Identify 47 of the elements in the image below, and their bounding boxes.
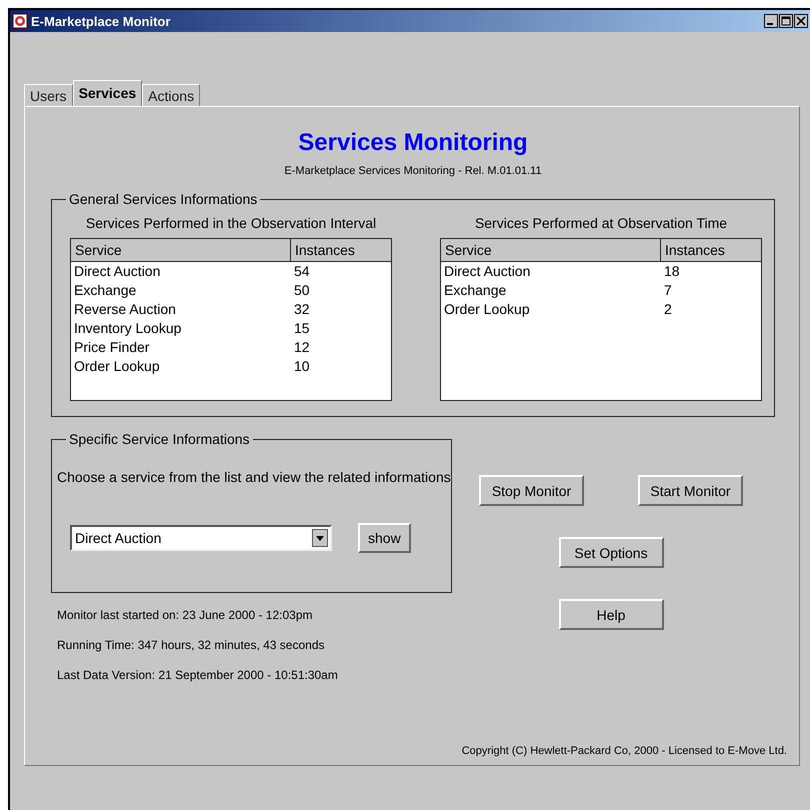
table-cell-text: Reverse Auction <box>73 300 177 319</box>
status-text: Monitor last started on: 23 June 2000 - 12:03pm <box>57 607 314 624</box>
table-cell-text: Direct Auction <box>443 262 532 281</box>
table-cell-text: 50 <box>293 281 311 300</box>
table-cell-text: 54 <box>293 262 311 281</box>
table-cell-text: 7 <box>663 281 673 300</box>
table-cell-text: 18 <box>663 262 681 281</box>
tab[interactable]: Users <box>24 84 73 106</box>
service-dropdown[interactable]: Direct Auction <box>70 525 332 551</box>
column-header[interactable]: Instances <box>661 239 761 261</box>
status-text: Last Data Version: 21 September 2000 - 10:51:30am <box>57 667 339 684</box>
instruction-text: Choose a service from the list and view the related informations <box>57 469 451 485</box>
panel-title: Services Monitoring <box>297 129 529 157</box>
table-cell-text: 12 <box>293 338 311 357</box>
table-caption: Services Performed in the Observation Interval <box>86 215 376 231</box>
status-text: Running Time: 347 hours, 32 minutes, 43 seconds <box>57 637 326 654</box>
table-cell-text: Exchange <box>73 281 138 300</box>
group-title: Specific Service Informations <box>68 431 251 447</box>
minimize-icon[interactable] <box>764 14 778 28</box>
table-cell-text: 10 <box>293 357 311 376</box>
table-cell-text: Direct Auction <box>73 262 162 281</box>
stop-monitor-button[interactable]: Stop Monitor <box>479 475 584 506</box>
column-header[interactable]: Service <box>71 239 291 261</box>
maximize-icon[interactable] <box>779 14 793 28</box>
table-cell-text: Exchange <box>443 281 508 300</box>
panel-subtitle: E-Marketplace Services Monitoring - Rel. M.01.01.11 <box>283 165 543 177</box>
column-header[interactable]: Instances <box>291 239 391 261</box>
copyright-text: Copyright (C) Hewlett-Packard Co, 2000 - Licensed to E-Move Ltd. <box>462 745 787 757</box>
table-cell-text: Inventory Lookup <box>73 319 182 338</box>
close-icon[interactable] <box>794 14 808 28</box>
table-caption: Services Performed at Observation Time <box>474 215 728 231</box>
column-header[interactable]: Service <box>441 239 661 261</box>
table-cell-text: Order Lookup <box>73 357 161 376</box>
set-options-button[interactable]: Set Options <box>558 537 664 568</box>
tab[interactable]: Services <box>72 80 142 106</box>
help-button[interactable]: Help <box>558 599 664 630</box>
show-button[interactable]: show <box>358 523 411 553</box>
table-cell-text: 15 <box>293 319 311 338</box>
table-cell-text: Order Lookup <box>443 300 531 319</box>
table-cell-text: 32 <box>293 300 311 319</box>
table-cell-text: Price Finder <box>73 338 150 357</box>
app-icon <box>12 13 28 29</box>
window-title: E-Marketplace Monitor <box>31 14 170 28</box>
table-cell-text: 2 <box>663 300 673 319</box>
group-title: General Services Informations <box>68 191 258 207</box>
tab[interactable]: Actions <box>142 84 200 106</box>
start-monitor-button[interactable]: Start Monitor <box>638 475 743 506</box>
